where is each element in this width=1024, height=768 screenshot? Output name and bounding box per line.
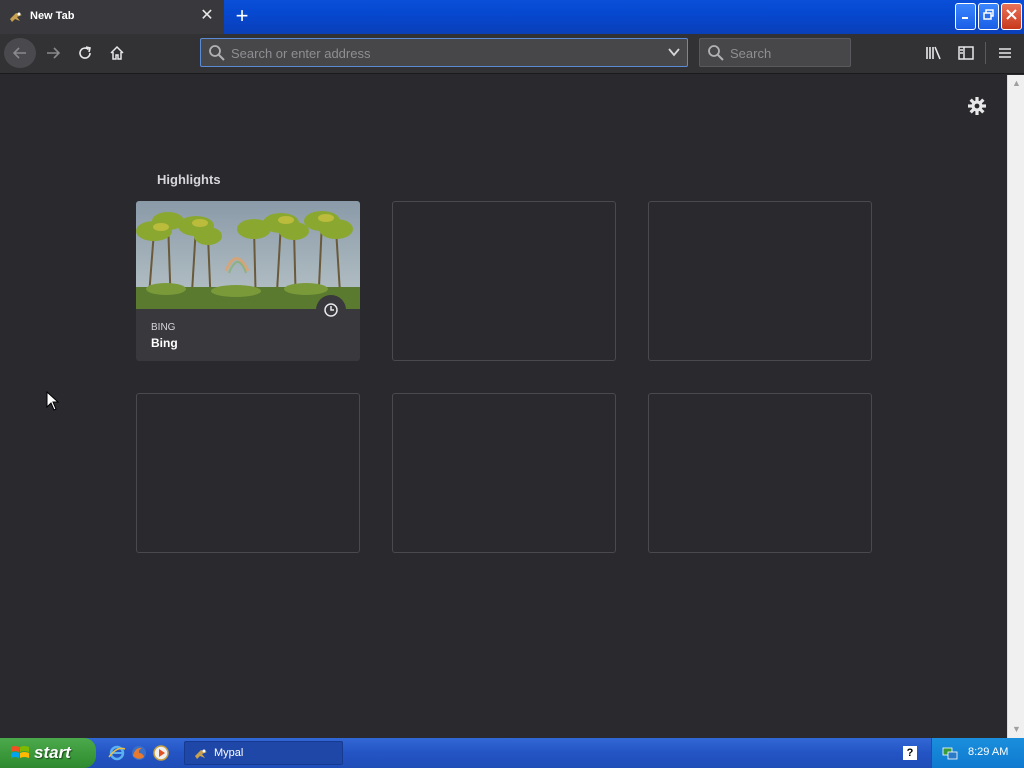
reload-icon: [79, 46, 91, 59]
forward-icon: [47, 47, 61, 59]
url-input[interactable]: [231, 44, 651, 62]
media-icon[interactable]: [152, 744, 170, 762]
card-title: Bing: [151, 336, 178, 350]
firefox-icon[interactable]: [130, 744, 148, 762]
title-bar: New Tab ✕ +: [0, 0, 1024, 34]
search-icon: [209, 45, 225, 61]
close-window-button[interactable]: [1001, 3, 1022, 30]
back-button[interactable]: [4, 38, 36, 68]
library-icon: [926, 46, 941, 60]
tab-new-tab[interactable]: New Tab ✕: [0, 0, 224, 34]
highlights-title: Highlights: [157, 172, 221, 187]
mouse-cursor-icon: [46, 391, 60, 411]
vertical-scrollbar[interactable]: ▲ ▼: [1007, 75, 1024, 738]
mypal-favicon-icon: [10, 12, 22, 22]
menu-icon: [999, 48, 1011, 58]
search-input[interactable]: [730, 44, 845, 62]
recent-visit-badge: [316, 295, 346, 325]
library-button[interactable]: [921, 40, 947, 66]
taskbar-item-label: Mypal: [214, 747, 244, 759]
scroll-down-icon[interactable]: ▼: [1010, 723, 1023, 736]
highlight-card-bing[interactable]: BING Bing: [136, 201, 360, 361]
empty-highlight-slot: [392, 393, 616, 553]
ie-icon[interactable]: [108, 744, 126, 762]
new-tab-page: Highlights BING Bing: [0, 75, 1007, 738]
dropdown-icon[interactable]: [667, 45, 681, 59]
help-icon[interactable]: ?: [903, 746, 917, 760]
start-button[interactable]: start: [0, 738, 96, 768]
palm-trees-thumbnail: [136, 201, 360, 309]
empty-highlight-slot: [648, 201, 872, 361]
close-icon: [1006, 9, 1017, 20]
sidebar-icon: [958, 46, 974, 60]
back-icon: [12, 47, 26, 59]
empty-highlight-slot: [136, 393, 360, 553]
restore-icon: [983, 9, 994, 20]
taskbar: start Mypal ? 8:29 AM: [0, 738, 1024, 768]
network-icon[interactable]: [942, 745, 958, 761]
restore-button[interactable]: [978, 3, 999, 30]
empty-highlight-slot: [648, 393, 872, 553]
tab-title: New Tab: [30, 10, 75, 22]
close-tab-icon[interactable]: ✕: [198, 7, 216, 25]
menu-button[interactable]: [992, 40, 1018, 66]
search-icon: [708, 45, 724, 61]
minimize-button[interactable]: [955, 3, 976, 30]
reload-button[interactable]: [69, 38, 101, 68]
minimize-icon: [961, 17, 968, 19]
home-icon: [110, 45, 124, 60]
toolbar-divider: [985, 42, 986, 64]
gear-icon[interactable]: [966, 95, 988, 117]
start-label: start: [34, 743, 71, 762]
new-tab-button[interactable]: +: [230, 4, 254, 28]
clock-icon: [324, 303, 338, 317]
taskbar-item-mypal[interactable]: Mypal: [184, 741, 343, 765]
card-hostname: BING: [151, 322, 176, 333]
search-bar[interactable]: [699, 38, 851, 67]
system-tray: 8:29 AM: [931, 738, 1024, 768]
scroll-up-icon[interactable]: ▲: [1010, 77, 1023, 90]
mypal-icon: [195, 749, 207, 759]
forward-button[interactable]: [37, 38, 69, 68]
home-button[interactable]: [101, 38, 133, 68]
clock: 8:29 AM: [968, 746, 1009, 758]
navigation-toolbar: [0, 34, 1024, 74]
empty-highlight-slot: [392, 201, 616, 361]
sidebar-button[interactable]: [953, 40, 979, 66]
url-bar[interactable]: [200, 38, 688, 67]
start-logo-icon: [11, 746, 29, 758]
